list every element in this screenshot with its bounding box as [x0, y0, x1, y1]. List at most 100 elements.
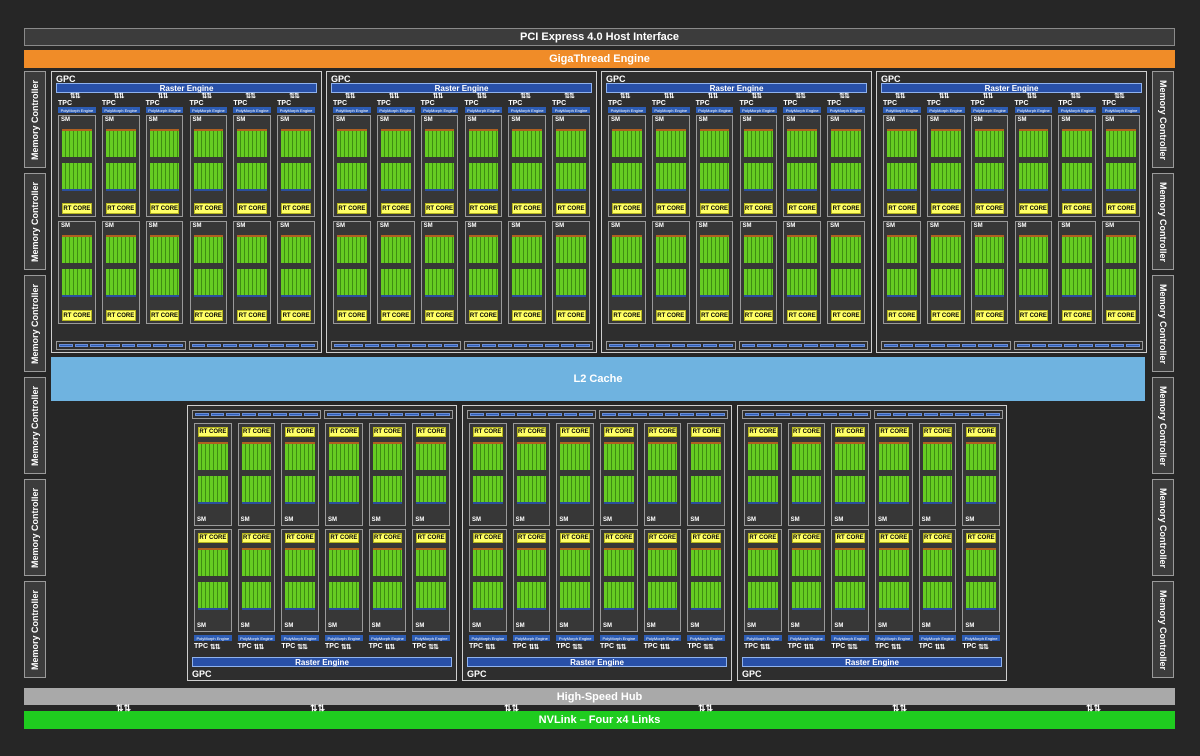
rt-core: RT CORE [237, 203, 268, 214]
cuda-core-block [791, 548, 822, 576]
cuda-core-block [105, 129, 136, 157]
cuda-core-block [748, 548, 778, 576]
cuda-core-block [1106, 129, 1136, 157]
sm-label: SM [646, 517, 656, 523]
polymorph-engine: PolyMorph Engine [368, 635, 407, 641]
cache-slice [664, 413, 679, 416]
cuda-core-block [1018, 163, 1049, 191]
l1-cache-bar [606, 341, 736, 350]
raster-engine: Raster Engine [467, 657, 727, 667]
sm-block: SM RT CORE [508, 115, 547, 217]
cache-slice [532, 413, 547, 416]
sm-block: RT CORE SM [325, 529, 363, 632]
polymorph-engine: PolyMorph Engine [918, 635, 957, 641]
memory-controller-right: Memory Controller [1152, 581, 1174, 678]
cache-slice [501, 413, 515, 416]
cuda-core-block [285, 548, 315, 576]
cache-slice [365, 344, 380, 347]
rt-core: RT CORE [922, 427, 953, 437]
cuda-core-block [329, 548, 359, 576]
cuda-core-block [1062, 269, 1093, 297]
cache-slice [962, 344, 977, 347]
cuda-core-block [416, 548, 446, 576]
memory-controller-left: Memory Controller [24, 581, 46, 678]
sm-label: SM [379, 223, 389, 229]
sm-label: SM [328, 623, 337, 629]
tpc-label: TPC [918, 643, 933, 650]
rt-core: RT CORE [372, 533, 403, 543]
tpc-label: TPC [831, 643, 846, 650]
sm-label: SM [61, 117, 70, 123]
cache-slice [791, 413, 806, 416]
cuda-core-block [966, 548, 996, 576]
cache-slice [760, 413, 775, 416]
tpc-label: TPC [189, 100, 204, 107]
memory-controller-label: Memory Controller [1158, 385, 1169, 466]
cache-slice [772, 344, 787, 347]
sm-block: SM RT CORE [883, 221, 921, 324]
cuda-core-block [285, 476, 315, 504]
cache-slice [807, 413, 822, 416]
cuda-core-block [787, 269, 818, 297]
rt-core: RT CORE [835, 427, 865, 437]
rt-core: RT CORE [831, 203, 861, 214]
tpc-arrows: ⇅⇅ [615, 644, 627, 651]
cache-slice [711, 413, 725, 416]
tpc-arrows: ⇅⇅ [384, 644, 396, 651]
cuda-core-block [748, 582, 778, 610]
tpc-arrows: ⇅⇅ [209, 644, 221, 651]
tpc-label: TPC [643, 643, 658, 650]
sm-label: SM [467, 117, 477, 123]
tpc-label: TPC [58, 100, 72, 107]
sm-block: SM RT CORE [420, 115, 459, 217]
cuda-core-block [699, 235, 730, 263]
sm-label: SM [379, 117, 389, 123]
memory-controller-label: Memory Controller [1158, 283, 1169, 364]
cuda-core-block [285, 582, 315, 610]
cache-slice [877, 413, 891, 416]
tpc-arrows: ⇅⇅ [795, 93, 806, 100]
cuda-core-block [556, 163, 586, 191]
cuda-core-block [337, 163, 367, 191]
memory-controller-label: Memory Controller [1158, 589, 1169, 670]
cuda-core-block [337, 269, 367, 297]
rt-core: RT CORE [516, 533, 547, 543]
sm-block: SM RT CORE [277, 221, 315, 324]
cuda-core-block [647, 476, 678, 504]
sm-block: SM RT CORE [376, 115, 415, 217]
sm-block: RT CORE SM [687, 423, 725, 526]
sm-label: SM [371, 517, 381, 523]
rt-core: RT CORE [380, 310, 411, 321]
rt-core: RT CORE [647, 533, 678, 543]
cuda-core-block [380, 269, 411, 297]
cuda-core-block [473, 548, 503, 576]
sm-block: SM RT CORE [58, 221, 96, 324]
tpc-arrows: ⇅⇅ [894, 93, 906, 100]
cuda-core-block [329, 442, 359, 470]
cuda-core-block [879, 476, 909, 504]
sm-block: SM RT CORE [1014, 221, 1053, 324]
rt-core: RT CORE [966, 533, 996, 543]
polymorph-engine: PolyMorph Engine [651, 107, 690, 113]
cuda-core-block [930, 163, 961, 191]
cache-slice [776, 413, 790, 416]
tpc-arrows: ⇅⇅ [69, 93, 81, 100]
sm-block: RT CORE SM [744, 423, 782, 526]
nvlink-arrow-icon: ⇅⇅ [698, 703, 714, 713]
sm-label: SM [611, 117, 620, 123]
cache-slice [1079, 344, 1093, 347]
cuda-core-block [468, 269, 499, 297]
rt-core: RT CORE [241, 533, 272, 543]
sm-label: SM [747, 517, 756, 523]
cache-slice [269, 344, 284, 347]
cuda-core-block [380, 129, 411, 157]
cache-slice [428, 344, 442, 347]
cuda-core-block [424, 163, 455, 191]
memory-controller-label: Memory Controller [30, 385, 41, 466]
rt-core: RT CORE [787, 203, 818, 214]
rt-core: RT CORE [62, 310, 92, 321]
cache-slice [633, 413, 647, 416]
cuda-core-block [879, 442, 909, 470]
rt-core: RT CORE [424, 203, 455, 214]
cuda-core-block [930, 269, 961, 297]
